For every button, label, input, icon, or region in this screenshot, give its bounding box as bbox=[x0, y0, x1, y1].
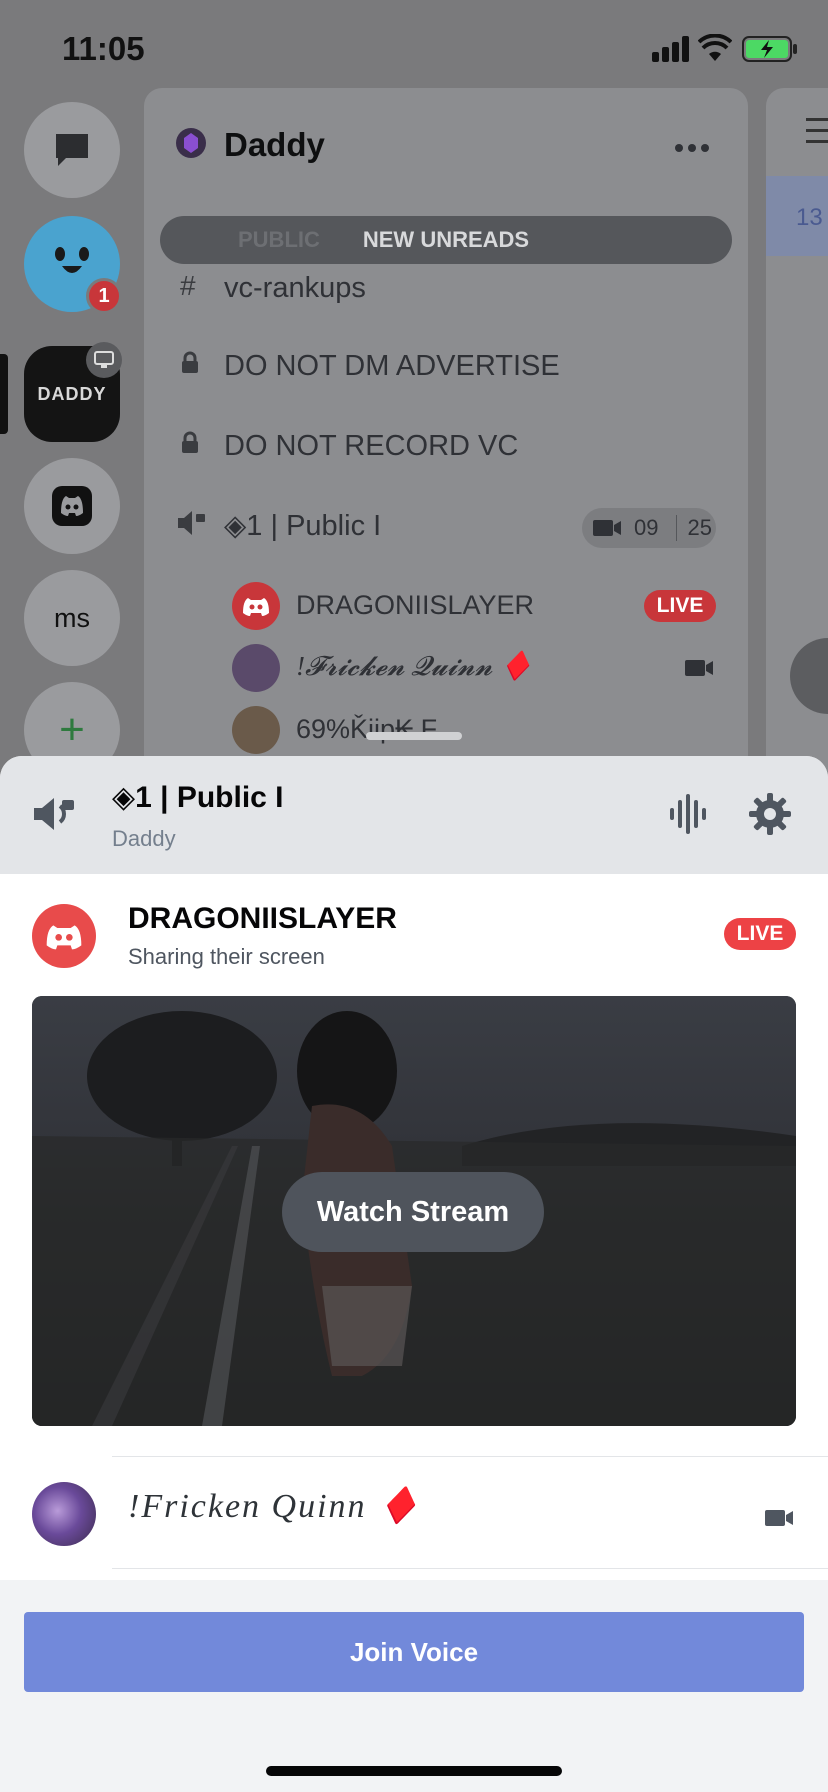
wifi-icon bbox=[697, 33, 733, 67]
hidden-category-label: PUBLIC bbox=[238, 227, 320, 252]
watch-stream-button[interactable]: Watch Stream bbox=[282, 1172, 544, 1252]
hamburger-icon[interactable] bbox=[806, 116, 828, 151]
voice-channel-sheet: ◈1 | Public I Daddy DRAGONIISLAYER Shari… bbox=[0, 756, 828, 1792]
sheet-footer: Join Voice bbox=[0, 1580, 828, 1792]
lock-icon bbox=[180, 430, 200, 462]
new-unreads-label: NEW UNREADS bbox=[362, 227, 530, 252]
join-voice-button[interactable]: Join Voice bbox=[24, 1612, 804, 1692]
soundboard-icon[interactable] bbox=[666, 792, 710, 841]
member-avatar-quinn[interactable] bbox=[32, 1482, 96, 1546]
member-avatar-dragoniislayer[interactable] bbox=[232, 582, 280, 630]
chat-bubble-icon bbox=[56, 134, 88, 166]
settings-gear-icon[interactable] bbox=[748, 792, 792, 841]
status-time: 11:05 bbox=[62, 30, 145, 67]
channel-do-not-record-vc[interactable]: DO NOT RECORD VC bbox=[224, 430, 518, 463]
discord-logo-icon bbox=[243, 598, 269, 616]
server-ms-label: ms bbox=[54, 602, 90, 633]
voice-channel-icon bbox=[32, 794, 78, 839]
member-avatar-quinn[interactable] bbox=[232, 644, 280, 692]
locked-text-channel-icon: # bbox=[180, 270, 196, 301]
live-badge: LIVE bbox=[644, 590, 716, 622]
divider bbox=[112, 1568, 828, 1569]
guild-name[interactable]: Daddy bbox=[224, 126, 325, 164]
member-name-quinn[interactable]: !𝓕𝓻𝓲𝓬𝓴𝓮𝓷 𝓠𝓾𝓲𝓷𝓷 ♦️ bbox=[296, 650, 533, 683]
member-avatar-69[interactable] bbox=[232, 706, 280, 754]
member-name-quinn: !Fricken Quinn ♦️ bbox=[128, 1488, 422, 1525]
divider bbox=[112, 1456, 828, 1457]
new-unreads-banner[interactable]: PUBLIC NEW UNREADS bbox=[160, 216, 732, 264]
server-logo-text: DADDY bbox=[37, 383, 107, 404]
selected-server-indicator bbox=[0, 354, 8, 434]
direct-messages-button[interactable] bbox=[24, 102, 120, 198]
locked-voice-channel-icon bbox=[176, 508, 208, 545]
user-limit: 25 bbox=[676, 515, 712, 541]
home-indicator[interactable] bbox=[266, 1766, 562, 1776]
member-name-dragoniislayer[interactable]: DRAGONIISLAYER bbox=[296, 590, 534, 621]
voice-channel-counts: 09 25 bbox=[582, 508, 716, 548]
cellular-signal-icon bbox=[652, 36, 692, 62]
plus-icon: + bbox=[59, 705, 85, 754]
notification-badge: 1 bbox=[86, 278, 122, 314]
voice-channel-guild: Daddy bbox=[112, 826, 176, 851]
guild-settings-icon[interactable] bbox=[174, 126, 208, 165]
video-camera-icon bbox=[764, 1508, 794, 1533]
battery-icon bbox=[742, 36, 798, 67]
video-camera-icon bbox=[684, 658, 714, 683]
smiley-face-icon bbox=[55, 247, 89, 273]
sheet-header: ◈1 | Public I Daddy bbox=[0, 756, 828, 874]
streamer-name: DRAGONIISLAYER bbox=[128, 902, 397, 935]
lock-icon bbox=[180, 350, 200, 382]
channel-public-1[interactable]: ◈1 | Public I bbox=[224, 508, 381, 543]
channel-vc-rankups[interactable]: vc-rankups bbox=[224, 272, 366, 305]
message-highlight: 13 bbox=[766, 176, 828, 256]
screen-share-icon bbox=[86, 342, 122, 378]
server-icon-discord[interactable] bbox=[24, 458, 120, 554]
streamer-avatar[interactable] bbox=[32, 904, 96, 968]
stream-preview[interactable]: Watch Stream bbox=[32, 996, 796, 1426]
discord-logo-icon bbox=[52, 486, 92, 526]
video-count: 09 bbox=[634, 515, 659, 540]
more-options-icon[interactable] bbox=[674, 140, 710, 158]
discord-logo-icon bbox=[46, 925, 82, 950]
streamer-status: Sharing their screen bbox=[128, 944, 325, 969]
member-name-69[interactable]: 69%Ǩiip₭ F bbox=[296, 714, 437, 745]
message-number: 13 bbox=[796, 204, 823, 231]
video-camera-icon bbox=[593, 520, 621, 536]
live-badge: LIVE bbox=[724, 918, 796, 950]
channel-do-not-dm-advertise[interactable]: DO NOT DM ADVERTISE bbox=[224, 350, 560, 383]
voice-channel-name: ◈1 | Public I bbox=[112, 781, 284, 814]
sheet-drag-handle[interactable] bbox=[366, 732, 462, 740]
server-icon-ms[interactable]: ms bbox=[24, 570, 120, 666]
